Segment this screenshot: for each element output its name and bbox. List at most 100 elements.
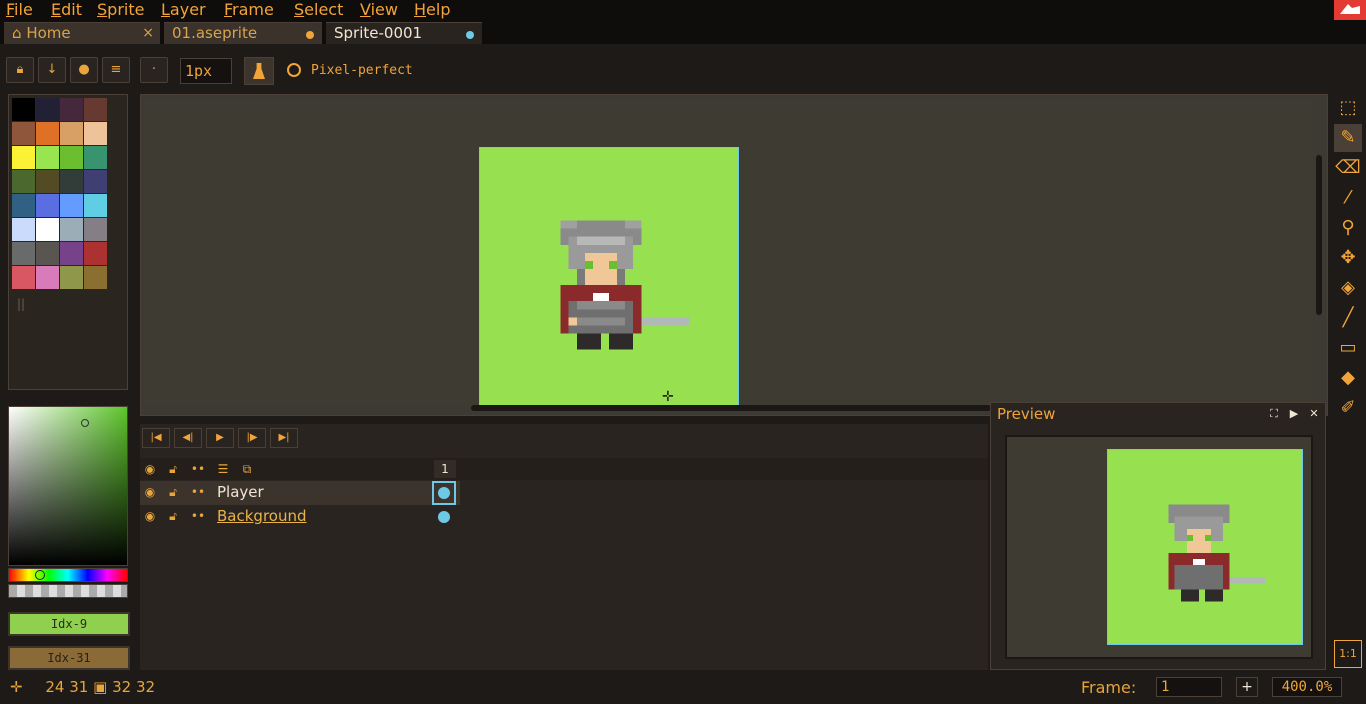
- unlock-icon[interactable]: 🔓︎: [164, 485, 182, 499]
- color-spectrum[interactable]: [8, 406, 128, 566]
- hue-slider[interactable]: [8, 568, 128, 582]
- palette-swatch[interactable]: [12, 146, 35, 169]
- brush-type-icon[interactable]: ·: [140, 57, 168, 83]
- palette-swatch[interactable]: [84, 194, 107, 217]
- menu-icon[interactable]: ≡: [102, 57, 130, 83]
- add-frame-button[interactable]: +: [1236, 677, 1258, 697]
- layer-row-background[interactable]: ◉ 🔓︎ •• Background: [140, 505, 460, 529]
- palette-swatch[interactable]: [12, 266, 35, 289]
- editor-vertical-scrollbar[interactable]: [1316, 155, 1322, 315]
- menu-frame[interactable]: Frame: [224, 0, 274, 20]
- line-icon[interactable]: ╱: [1334, 304, 1362, 332]
- tab-sprite-0001[interactable]: Sprite-0001: [326, 22, 482, 44]
- cel-player-1[interactable]: [432, 481, 456, 505]
- palette-swatch[interactable]: [60, 218, 83, 241]
- palette-swatch[interactable]: [84, 98, 107, 121]
- layer-settings-icon[interactable]: ☰: [214, 462, 232, 476]
- tab-home[interactable]: ⌂ Home ×: [4, 22, 160, 44]
- tab-01-aseprite[interactable]: 01.aseprite: [164, 22, 322, 44]
- palette-swatch[interactable]: [12, 242, 35, 265]
- preview-view[interactable]: [1005, 435, 1313, 659]
- menu-view[interactable]: View: [360, 0, 398, 20]
- rectangle-icon[interactable]: ▭: [1334, 334, 1362, 362]
- prev-frame-icon[interactable]: ◀|: [174, 428, 202, 448]
- palette-swatch[interactable]: [60, 242, 83, 265]
- palette-swatch[interactable]: [60, 194, 83, 217]
- unlock-icon[interactable]: 🔓︎: [164, 509, 182, 523]
- blur-icon[interactable]: ✐: [1334, 394, 1362, 422]
- rectangular-marquee-icon[interactable]: ⬚: [1334, 94, 1362, 122]
- close-icon[interactable]: ✕: [1307, 407, 1321, 421]
- palette-swatch[interactable]: [84, 218, 107, 241]
- frame-input[interactable]: 1: [1156, 677, 1222, 697]
- palette-swatch[interactable]: [12, 122, 35, 145]
- menu-edit[interactable]: Edit: [51, 0, 82, 20]
- sprite-canvas[interactable]: [479, 147, 739, 407]
- paint-bucket-icon[interactable]: ◈: [1334, 274, 1362, 302]
- menu-file[interactable]: File: [6, 0, 33, 20]
- palette-swatch[interactable]: [36, 98, 59, 121]
- palette-swatch[interactable]: [84, 242, 107, 265]
- layer-row-player[interactable]: ◉ 🔓︎ •• Player: [140, 481, 460, 505]
- foreground-color-button[interactable]: Idx-9: [8, 612, 130, 636]
- palette-swatch[interactable]: [60, 122, 83, 145]
- eraser-icon[interactable]: ⌫: [1334, 154, 1362, 182]
- eye-icon[interactable]: ◉: [141, 509, 159, 523]
- menu-help[interactable]: Help: [414, 0, 450, 20]
- palette-swatch[interactable]: [36, 242, 59, 265]
- last-frame-icon[interactable]: ▶|: [270, 428, 298, 448]
- palette-swatch[interactable]: [60, 98, 83, 121]
- onion-skin-icon[interactable]: ⧉: [238, 462, 256, 476]
- continuous-icon[interactable]: ••: [189, 509, 207, 523]
- layer-name[interactable]: Background: [217, 507, 307, 525]
- lock-header-icon[interactable]: 🔓︎: [164, 462, 182, 476]
- first-frame-icon[interactable]: |◀: [142, 428, 170, 448]
- palette-swatch[interactable]: [12, 170, 35, 193]
- resize-handle-icon[interactable]: ||: [17, 297, 25, 311]
- palette-swatch[interactable]: [60, 170, 83, 193]
- continuous-header-icon[interactable]: ••: [189, 462, 207, 476]
- play-icon[interactable]: ▶: [1287, 407, 1301, 421]
- palette-swatch[interactable]: [60, 146, 83, 169]
- zoom-icon[interactable]: ⚲: [1334, 214, 1362, 242]
- palette-swatch[interactable]: [36, 218, 59, 241]
- palette-swatch[interactable]: [36, 146, 59, 169]
- frame-header[interactable]: 1: [434, 460, 456, 478]
- palette-swatch[interactable]: [12, 98, 35, 121]
- arrow-down-icon[interactable]: ↓: [38, 57, 66, 83]
- pencil-icon[interactable]: ✎: [1334, 124, 1362, 152]
- continuous-icon[interactable]: ••: [189, 485, 207, 499]
- ink-icon[interactable]: [244, 57, 274, 85]
- eyedropper-icon[interactable]: ⁄: [1334, 184, 1362, 212]
- menu-layer[interactable]: Layer: [161, 0, 206, 20]
- lock-icon[interactable]: 🔒︎: [6, 57, 34, 83]
- palette-swatch[interactable]: [84, 170, 107, 193]
- editor-area[interactable]: [145, 99, 1313, 407]
- move-icon[interactable]: ✥: [1334, 244, 1362, 272]
- brush-size-input[interactable]: 1px: [180, 58, 232, 84]
- menu-select[interactable]: Select: [294, 0, 343, 20]
- circle-icon[interactable]: ●: [70, 57, 98, 83]
- visibility-header-icon[interactable]: ◉: [141, 462, 159, 476]
- background-color-button[interactable]: Idx-31: [8, 646, 130, 670]
- zoom-input[interactable]: 400.0%: [1272, 677, 1342, 697]
- pixel-perfect-checkbox[interactable]: [287, 63, 301, 77]
- palette-swatch[interactable]: [36, 122, 59, 145]
- layer-name[interactable]: Player: [217, 483, 264, 501]
- close-icon[interactable]: ×: [142, 23, 154, 44]
- palette-swatch[interactable]: [36, 194, 59, 217]
- contour-icon[interactable]: ◆: [1334, 364, 1362, 392]
- cel-background-1[interactable]: [432, 505, 456, 529]
- palette-swatch[interactable]: [12, 218, 35, 241]
- palette-swatch[interactable]: [84, 122, 107, 145]
- menu-sprite[interactable]: Sprite: [97, 0, 144, 20]
- palette-swatch[interactable]: [36, 170, 59, 193]
- fullscreen-icon[interactable]: ⛶: [1267, 407, 1281, 421]
- palette-swatch[interactable]: [84, 146, 107, 169]
- one-to-one-button[interactable]: 1:1: [1334, 640, 1362, 668]
- palette-swatch[interactable]: [60, 266, 83, 289]
- editor-horizontal-scrollbar[interactable]: [471, 405, 991, 411]
- palette-swatch[interactable]: [84, 266, 107, 289]
- palette-swatch[interactable]: [36, 266, 59, 289]
- pixel-perfect-label[interactable]: Pixel-perfect: [311, 63, 413, 78]
